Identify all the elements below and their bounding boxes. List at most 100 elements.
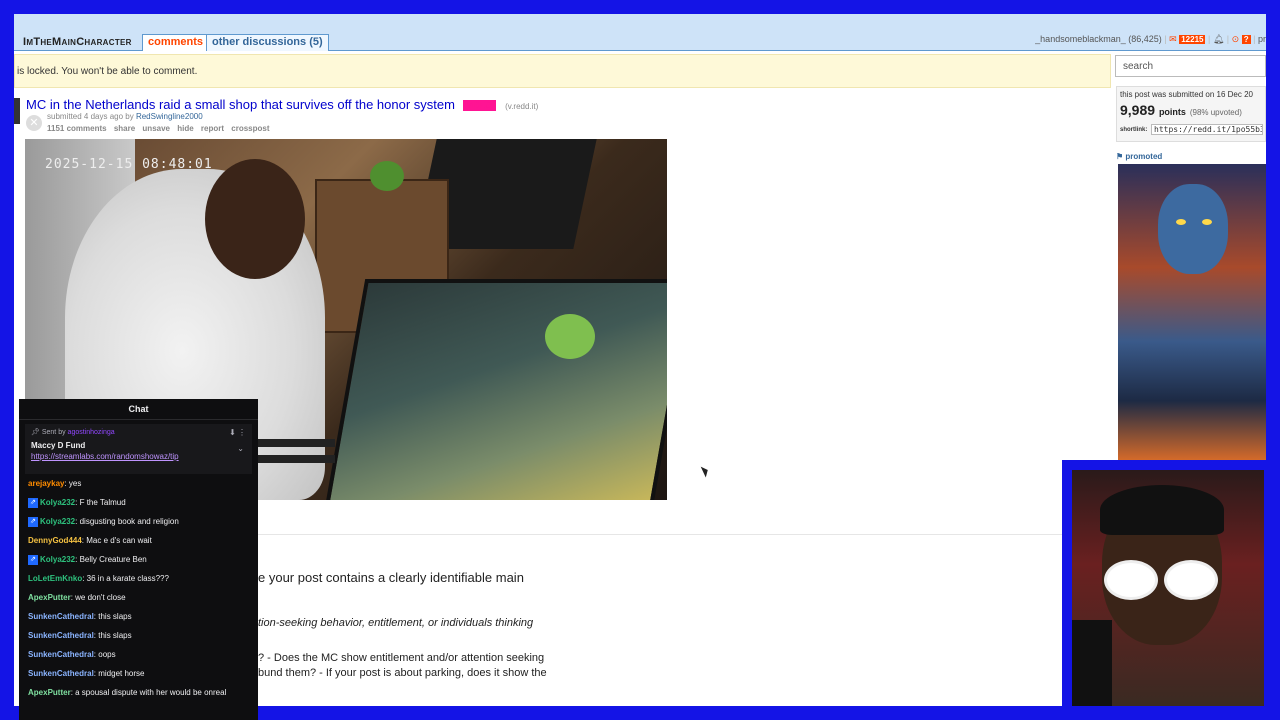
microphone [1072,620,1112,706]
submitted-date: this post was submitted on 16 Dec 20 [1120,90,1253,99]
chat-text: : 36 in a karate class??? [82,574,169,583]
search-input[interactable]: search [1115,55,1266,77]
rules-text-line: ? - Does the MC show entitlement and/or … [258,652,545,664]
video-melon [370,161,404,191]
divider [254,534,1062,535]
chat-message: SunkenCathedral: midget horse [19,664,258,683]
shortlink-field[interactable]: https://redd.it/1po55b3 [1151,124,1263,135]
chat-text: : a spousal dispute with her would be on… [70,688,227,697]
post-actions: 1151 comments share unsave hide report c… [47,124,275,133]
video-timestamp: 2025-12-15 08:48:01 [45,157,213,172]
post-title-link[interactable]: MC in the Netherlands raid a small shop … [26,97,455,112]
rules-text-line: e your post contains a clearly identifia… [258,570,524,585]
chat-badge-icon: ⇗ [28,516,38,527]
chat-text: : disgusting book and religion [75,517,179,526]
chat-message: ApexPutter: a spousal dispute with her w… [19,683,258,702]
close-icon[interactable]: ✕ [26,115,42,131]
upvote-percent: (98% upvoted) [1189,108,1242,117]
points-value: 9,989 [1120,102,1156,118]
chat-message: LoLetEmKnko: 36 in a karate class??? [19,569,258,588]
rules-text-line: tion-seeking behavior, entitlement, or i… [258,617,534,629]
chat-username[interactable]: SunkenCathedral [28,612,94,621]
unpin-icon[interactable]: ⬇ [229,428,236,437]
ad-eye [1176,219,1186,225]
locked-notice: is locked. You won't be able to comment. [14,54,1111,88]
pinned-sender[interactable]: agostinhozinga [68,429,115,436]
chat-username[interactable]: arejaykay [28,479,64,488]
post-flair: VIDEO [462,100,496,112]
hide-link[interactable]: hide [177,124,193,133]
chat-badge-icon: ⇗ [28,497,38,508]
pin-icon: 📌︎ [31,429,40,436]
more-options-icon[interactable]: ⋮ [238,428,246,437]
subreddit-logo[interactable]: ImTheMainCharacter [23,36,132,48]
post-info-box: this post was submitted on 16 Dec 20 9,9… [1116,86,1266,142]
streamer-sunglasses [1104,560,1158,600]
post-meta: submitted 4 days ago by RedSwingline2000 [47,112,203,121]
chat-icon[interactable]: ⊙ [1232,34,1240,44]
karma-count: (86,425) [1128,34,1162,44]
chat-username[interactable]: LoLetEmKnko [28,574,82,583]
chevron-down-icon[interactable]: ⌄ [237,444,244,453]
rules-text-line: bund them? - If your post is about parki… [258,667,547,679]
video-person-head [205,159,305,279]
chat-text: : we don't close [70,593,126,602]
post-domain[interactable]: (v.redd.it) [505,102,538,111]
chat-text: : midget horse [93,669,145,678]
chat-username[interactable]: SunkenCathedral [28,650,94,659]
video-fridge [324,279,667,500]
chat-username[interactable]: ApexPutter [28,593,71,602]
chat-username[interactable]: SunkenCathedral [28,631,94,640]
chat-message: ApexPutter: we don't close [19,588,258,607]
chat-text: : oops [93,650,116,659]
chat-message: SunkenCathedral: oops [19,645,258,664]
streamer-sunglasses [1164,560,1218,600]
chat-username[interactable]: ApexPutter [28,688,71,697]
pinned-link[interactable]: https://streamlabs.com/randomshowaz/tip [31,452,246,461]
shortlink-label: shortlink: [1120,127,1148,133]
comments-link[interactable]: 1151 comments [47,124,107,133]
post-thumbnail[interactable] [14,98,20,124]
stream-chat-overlay: Chat 📌︎ Sent by agostinhozinga ⬇ ⋮ ⌄ Mac… [19,399,258,720]
video-cabbage [545,314,595,359]
points-display: 9,989 points (98% upvoted) [1120,102,1242,118]
post-title-row: MC in the Netherlands raid a small shop … [26,97,538,112]
chat-username[interactable]: DennyGod444 [28,536,82,545]
webcam-overlay [1062,460,1268,708]
chat-text: : this slaps [93,631,132,640]
chat-title: Chat [19,399,258,420]
pinned-sent-by: 📌︎ Sent by agostinhozinga [31,428,246,436]
report-link[interactable]: report [201,124,224,133]
chat-text: : Belly Creature Ben [75,555,147,564]
pinned-message[interactable]: 📌︎ Sent by agostinhozinga ⬇ ⋮ ⌄ Maccy D … [25,424,252,474]
unsave-link[interactable]: unsave [142,124,170,133]
username-link[interactable]: _handsomeblackman_ [1035,34,1126,44]
mail-count-badge[interactable]: 12215 [1179,35,1206,44]
notification-icon[interactable]: ? [1241,35,1251,44]
ad-eye [1202,219,1212,225]
share-link[interactable]: share [114,124,135,133]
webcam-feed [1072,470,1264,706]
crosspost-link[interactable]: crosspost [231,124,269,133]
tab-other-discussions[interactable]: other discussions (5) [206,34,329,51]
post-author[interactable]: RedSwingline2000 [136,112,203,121]
promoted-ad-image[interactable] [1118,164,1266,460]
promoted-label: ⚑ promoted [1116,152,1162,161]
video-sleeve-stripe [255,439,335,447]
chat-badge-icon: ⇗ [28,554,38,565]
tab-comments[interactable]: comments [142,34,210,51]
chat-message: ⇗ Kolya232: disgusting book and religion [19,512,258,531]
user-bar: _handsomeblackman_ (86,425) | ✉ 12215 | … [1035,34,1266,44]
submitted-prefix: submitted 4 days ago by [47,112,134,121]
chat-username[interactable]: Kolya232 [40,555,75,564]
points-label: points [1158,107,1186,117]
chat-message: ⇗ Kolya232: F the Talmud [19,493,258,512]
chat-username[interactable]: SunkenCathedral [28,669,94,678]
chat-text: : yes [64,479,82,488]
prefs-link[interactable]: pr [1258,34,1266,44]
mail-icon[interactable]: ✉ [1169,34,1177,44]
bell-icon[interactable]: 🔔︎ [1213,34,1224,44]
chat-username[interactable]: Kolya232 [40,517,75,526]
chat-username[interactable]: Kolya232 [40,498,75,507]
pin-actions[interactable]: ⬇ ⋮ [229,428,246,437]
